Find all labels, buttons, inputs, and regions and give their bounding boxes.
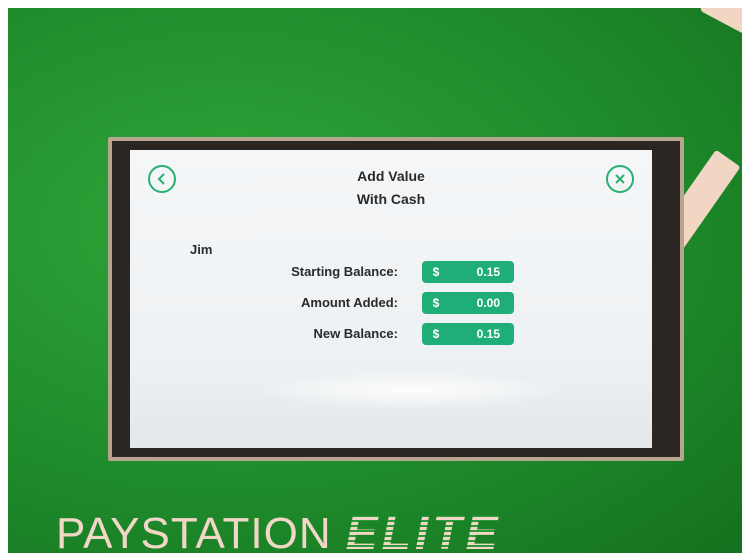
screen-title: Add Value <box>357 168 425 184</box>
currency-symbol: $ <box>432 327 440 341</box>
currency-symbol: $ <box>432 296 440 310</box>
amount: 0.15 <box>476 327 500 341</box>
starting-balance-label: Starting Balance: <box>291 264 398 279</box>
screen-glare <box>250 370 570 410</box>
amount: 0.00 <box>476 296 500 310</box>
balance-row-starting: Starting Balance: $ 0.15 <box>130 261 652 283</box>
touch-screen: Add Value With Cash Jim Starting Balance… <box>130 150 652 448</box>
amount-added-value: $ 0.00 <box>422 292 514 314</box>
amount: 0.15 <box>476 265 500 279</box>
amount-added-label: Amount Added: <box>301 295 398 310</box>
brand-name: PAYSTATION <box>56 509 332 558</box>
starting-balance-value: $ 0.15 <box>422 261 514 283</box>
currency-symbol: $ <box>432 265 440 279</box>
new-balance-value: $ 0.15 <box>422 323 514 345</box>
brand-logo: PAYSTATION ELITE <box>56 496 502 560</box>
balance-row-new: New Balance: $ 0.15 <box>130 323 652 345</box>
accent-stripe-top <box>699 8 742 39</box>
new-balance-label: New Balance: <box>313 326 398 341</box>
balance-row-added: Amount Added: $ 0.00 <box>130 292 652 314</box>
screen-subtitle: With Cash <box>356 191 426 207</box>
brand-tier: ELITE <box>345 507 502 560</box>
user-name: Jim <box>190 242 213 257</box>
